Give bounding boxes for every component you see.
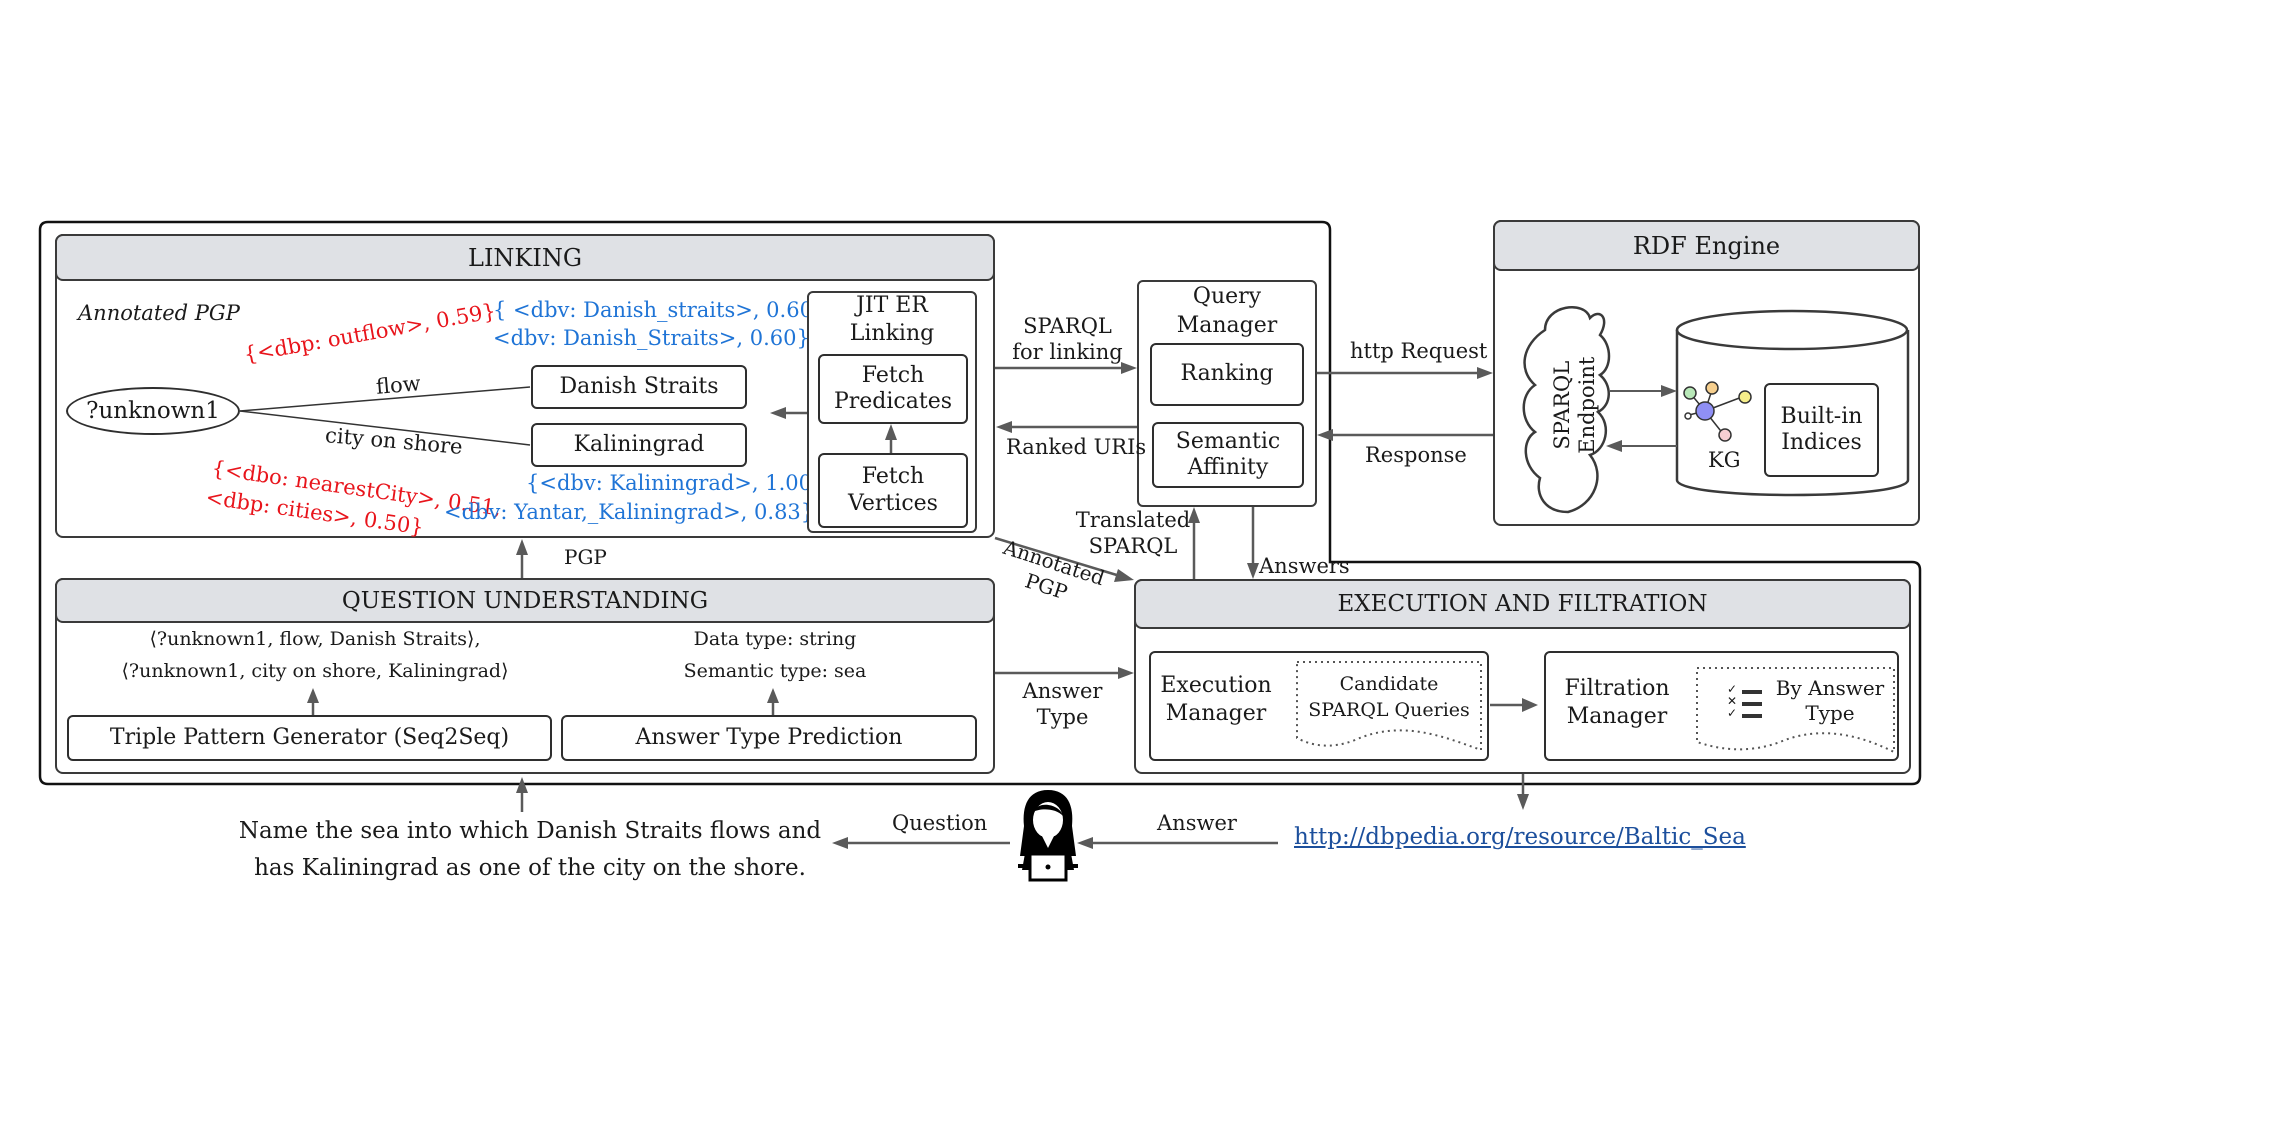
kg-label: KG (1708, 448, 1741, 472)
answer-type-prediction[interactable]: Answer Type Prediction (561, 715, 977, 761)
entity-candidates-danish-line1: { <dbv: Danish_straits>, 0.60, (493, 298, 820, 322)
label-translated-sparql: Translated SPARQL (1075, 508, 1191, 559)
triple-pattern-generator[interactable]: Triple Pattern Generator (Seq2Seq) (67, 715, 552, 761)
connector-arrows (307, 362, 1529, 849)
entity-danish-straits[interactable]: Danish Straits (531, 365, 747, 409)
label-pgp: PGP (564, 545, 607, 569)
entity-kaliningrad[interactable]: Kaliningrad (531, 423, 747, 467)
data-type-label: Data type: string (693, 628, 857, 650)
label-ranked-uris: Ranked URIs (1006, 435, 1147, 459)
triples-line2: ⟨?unknown1, city on shore, Kaliningrad⟩ (121, 660, 509, 682)
by-answer-type-label: By Answer Type (1775, 676, 1885, 725)
entity-candidates-danish-line2: <dbv: Danish_Straits>, 0.60} (493, 326, 810, 350)
document-shapes (1296, 661, 1895, 754)
fetch-vertices-button[interactable]: Fetch Vertices (818, 453, 968, 528)
label-answer: Answer (1157, 811, 1237, 835)
ranking-module[interactable]: Ranking (1150, 343, 1304, 406)
query-manager-title-line2: Manager (1176, 313, 1278, 338)
entity-candidates-kaliningrad-line1: {<dbv: Kaliningrad>, 1.00, (526, 471, 819, 495)
linking-title: LINKING (468, 243, 582, 272)
sparql-endpoint-label[interactable]: SPARQL Endpoint (1550, 330, 1600, 480)
label-response: Response (1365, 443, 1467, 467)
answer-uri-link[interactable]: http://dbpedia.org/resource/Baltic_Sea (1294, 823, 1746, 852)
label-http-request: http Request (1350, 339, 1488, 363)
execution-manager-label: Execution Manager (1160, 673, 1272, 726)
linking-header: LINKING (55, 234, 995, 281)
question-understanding-header: QUESTION UNDERSTANDING (55, 578, 995, 623)
pgp-graph-edges (239, 386, 531, 446)
entity-candidates-kaliningrad-line2: <dbv: Yantar,_Kaliningrad>, 0.83} (444, 500, 815, 524)
label-sparql-for-linking: SPARQL for linking (1012, 314, 1123, 365)
natural-language-question: Name the sea into which Danish Straits f… (238, 818, 822, 881)
execution-filtration-header: EXECUTION AND FILTRATION (1134, 579, 1911, 629)
rdf-engine-header: RDF Engine (1493, 220, 1920, 271)
label-answers: Answers (1259, 554, 1350, 578)
jit-er-title-line1: JIT ER (856, 293, 928, 318)
annotated-pgp-label: Annotated PGP (78, 301, 240, 325)
semantic-type-label: Semantic type: sea (683, 660, 867, 682)
filtration-manager-label: Filtration Manager (1564, 676, 1670, 729)
variable-node-unknown1[interactable]: ?unknown1 (66, 387, 240, 435)
checklist-icon: ✓ ✕ ✓ (1727, 682, 1738, 720)
rdf-engine-graphics (1522, 306, 1910, 514)
built-in-indices[interactable]: Built-in Indices (1764, 383, 1879, 477)
candidate-sparql-queries-label: Candidate SPARQL Queries (1308, 673, 1470, 721)
semantic-affinity-module[interactable]: Semantic Affinity (1152, 422, 1304, 488)
label-answer-type: Answer Type (1022, 679, 1103, 730)
jit-er-title-line2: Linking (849, 321, 935, 346)
triples-line1: ⟨?unknown1, flow, Danish Straits⟩, (149, 628, 481, 650)
outer-frame (38, 220, 1922, 786)
fetch-predicates-button[interactable]: Fetch Predicates (818, 354, 968, 424)
query-manager-title-line1: Query (1192, 284, 1262, 309)
user-with-laptop-icon (1018, 790, 1078, 882)
label-question: Question (892, 811, 988, 835)
edge-label-flow: flow (375, 371, 422, 399)
